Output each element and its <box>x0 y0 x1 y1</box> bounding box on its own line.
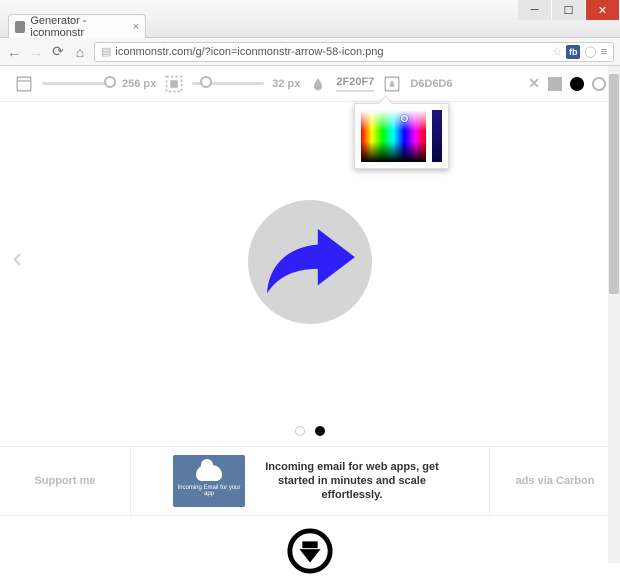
page-icon: ▤ <box>101 45 111 58</box>
padding-value: 32 px <box>272 78 300 90</box>
cloud-icon <box>196 465 222 481</box>
padding-slider[interactable] <box>192 82 264 85</box>
favicon-icon <box>15 21 25 33</box>
footer-row: Support me Incoming Email for your app I… <box>0 446 620 516</box>
browser-tab[interactable]: Generator - iconmonstr × <box>8 14 146 38</box>
download-button[interactable] <box>287 528 333 579</box>
carbon-ad[interactable]: Incoming Email for your app Incoming ema… <box>130 447 490 515</box>
addr-right-icons: ☆ fb ◯ ≡ <box>552 45 607 59</box>
canvas-size-icon[interactable] <box>14 74 34 94</box>
bg-color-drop-icon[interactable] <box>382 74 402 94</box>
url-text: iconmonstr.com/g/?icon=iconmonstr-arrow-… <box>115 46 383 58</box>
bg-circle-outline-icon[interactable] <box>592 77 606 91</box>
ad-text: Incoming email for web apps, get started… <box>257 460 447 503</box>
forward-button[interactable]: → <box>28 44 44 60</box>
ads-via-carbon-link[interactable]: ads via Carbon <box>490 475 620 487</box>
preview-area <box>0 102 620 422</box>
facebook-icon[interactable]: fb <box>566 45 580 59</box>
download-row <box>0 516 620 579</box>
padding-icon[interactable] <box>164 74 184 94</box>
bg-circle-black-icon[interactable] <box>570 77 584 91</box>
tab-close-icon[interactable]: × <box>133 21 139 33</box>
ad-image: Incoming Email for your app <box>173 455 245 507</box>
reload-button[interactable]: ⟳ <box>50 44 66 60</box>
slider-thumb[interactable] <box>104 76 116 88</box>
minimize-button[interactable]: ─ <box>518 0 552 20</box>
window-controls: ─ ☐ ✕ <box>518 0 620 20</box>
variant-dot-2[interactable] <box>315 426 325 436</box>
star-icon[interactable]: ☆ <box>552 45 562 58</box>
close-window-button[interactable]: ✕ <box>586 0 620 20</box>
back-button[interactable]: ← <box>6 44 22 60</box>
tab-title: Generator - iconmonstr <box>30 15 127 39</box>
icon-color-drop-icon[interactable] <box>308 74 328 94</box>
menu-icon[interactable]: ≡ <box>601 46 607 58</box>
canvas-size-value: 256 px <box>122 78 156 90</box>
bg-color-value[interactable]: D6D6D6 <box>410 78 452 90</box>
address-bar[interactable]: ▤ iconmonstr.com/g/?icon=iconmonstr-arro… <box>94 42 614 62</box>
prev-icon-button[interactable] <box>10 247 26 278</box>
variant-dot-1[interactable] <box>295 426 305 436</box>
icon-canvas <box>248 200 372 324</box>
slider-thumb[interactable] <box>200 76 212 88</box>
ad-image-caption: Incoming Email for your app <box>173 485 245 497</box>
support-me-link[interactable]: Support me <box>0 475 130 487</box>
bg-square-icon[interactable] <box>548 77 562 91</box>
spectrum-cursor[interactable] <box>401 115 408 122</box>
home-button[interactable]: ⌂ <box>72 44 88 60</box>
browser-nav-bar: ← → ⟳ ⌂ ▤ iconmonstr.com/g/?icon=iconmon… <box>0 38 620 66</box>
color-spectrum[interactable] <box>361 110 426 162</box>
hue-column[interactable] <box>432 110 442 162</box>
canvas-size-slider[interactable] <box>42 82 114 85</box>
arrow-share-icon <box>261 223 359 301</box>
browser-chrome-top: ─ ☐ ✕ Generator - iconmonstr × <box>0 0 620 38</box>
color-picker-popup[interactable] <box>354 103 449 169</box>
icon-color-value[interactable]: 2F20F7 <box>336 76 374 92</box>
shield-icon[interactable]: ◯ <box>584 45 596 58</box>
variant-dots <box>0 422 620 446</box>
generator-toolbar: 256 px 32 px 2F20F7 D6D6D6 ✕ <box>0 66 620 102</box>
bg-none-icon[interactable]: ✕ <box>528 75 540 92</box>
app-content: 256 px 32 px 2F20F7 D6D6D6 ✕ <box>0 66 620 563</box>
maximize-button[interactable]: ☐ <box>552 0 586 20</box>
